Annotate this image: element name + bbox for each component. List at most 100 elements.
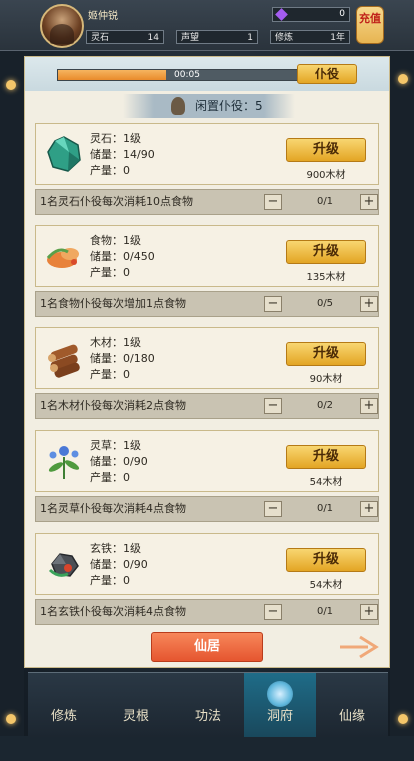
servant-row: 1名灵草仆役每次消耗4点食物 − 0/1 + [35, 496, 379, 522]
cave-panel: 00:05 仆役 闲置仆役：5 灵石：1级 储量：14/90 产量：0 升级 9… [24, 56, 390, 668]
minus-button[interactable]: − [264, 604, 282, 620]
food-icon [46, 248, 79, 268]
spirit-stone-icon [47, 136, 81, 172]
avatar[interactable] [40, 4, 84, 48]
servant-count: 0/1 [316, 503, 334, 514]
resource-level: 食物：1级 [90, 234, 141, 247]
gem-icon [275, 8, 288, 21]
minus-button[interactable]: − [264, 296, 282, 312]
upgrade-cost: 900木材 [306, 170, 346, 181]
plus-button[interactable]: + [360, 398, 378, 414]
servant-row: 1名灵石仆役每次消耗10点食物 − 0/1 + [35, 189, 379, 215]
stat-value: 14 [147, 33, 159, 43]
stat-label: 修炼 [275, 33, 294, 43]
resource-info: 灵石：1级 储量：14/90 产量：0 升级 900木材 [35, 123, 379, 185]
resource-level: 木材：1级 [90, 336, 141, 349]
stat-reputation: 声望 1 [176, 30, 258, 44]
resource-level: 玄铁：1级 [90, 542, 141, 555]
plus-button[interactable]: + [360, 296, 378, 312]
servant-row: 1名玄铁仆役每次消耗4点食物 − 0/1 + [35, 599, 379, 625]
servant-description: 1名木材仆役每次消耗2点食物 [40, 399, 186, 412]
idle-servants-text: 闲置仆役：5 [195, 99, 263, 113]
right-frame [390, 0, 414, 736]
stat-value: 1年 [330, 33, 345, 43]
lantern-icon [6, 714, 16, 724]
nav-cave-label: 洞府 [266, 709, 293, 724]
nav-cave[interactable]: 洞府 [244, 673, 316, 737]
resource-card-wood: 木材：1级 储量：0/180 产量：0 升级 90木材 1名木材仆役每次消耗2点… [35, 327, 379, 423]
player-name: 姬仲锐 [88, 11, 118, 22]
idle-servants-banner: 闲置仆役：5 [123, 94, 295, 118]
gem-count: 0 [339, 9, 345, 19]
resource-storage: 储量：0/450 [90, 250, 155, 263]
servant-description: 1名玄铁仆役每次消耗4点食物 [40, 605, 186, 618]
servant-button[interactable]: 仆役 [297, 64, 357, 84]
resource-info: 灵草：1级 储量：0/90 产量：0 升级 54木材 [35, 430, 379, 492]
lantern-icon [6, 80, 16, 90]
upgrade-button[interactable]: 升级 [286, 445, 366, 469]
servant-count: 0/2 [316, 400, 334, 411]
resource-card-spirit-stone: 灵石：1级 储量：14/90 产量：0 升级 900木材 1名灵石仆役每次消耗1… [35, 123, 379, 219]
servant-count: 0/1 [316, 606, 334, 617]
stat-label: 声望 [181, 33, 200, 43]
upgrade-cost: 90木材 [309, 374, 343, 385]
plus-button[interactable]: + [360, 501, 378, 517]
progress-bar: 00:05 [57, 69, 317, 81]
resource-card-herb: 灵草：1级 储量：0/90 产量：0 升级 54木材 1名灵草仆役每次消耗4点食… [35, 430, 379, 526]
upgrade-button[interactable]: 升级 [286, 342, 366, 366]
resource-storage: 储量：14/90 [90, 148, 155, 161]
resource-output: 产量：0 [90, 164, 130, 177]
servant-row: 1名食物仆役每次增加1点食物 − 0/5 + [35, 291, 379, 317]
lantern-icon [398, 714, 408, 724]
resource-storage: 储量：0/90 [90, 455, 148, 468]
resource-info: 食物：1级 储量：0/450 产量：0 升级 135木材 [35, 225, 379, 287]
servant-count: 0/5 [316, 298, 334, 309]
servant-figure-icon [171, 97, 185, 115]
next-arrow-icon[interactable] [338, 633, 382, 661]
nav-technique[interactable]: 功法 [172, 673, 244, 737]
stat-spirit-stone: 灵石 14 [86, 30, 164, 44]
upgrade-button[interactable]: 升级 [286, 548, 366, 572]
resource-storage: 储量：0/180 [90, 352, 155, 365]
lantern-icon [398, 74, 408, 84]
dwelling-button[interactable]: 仙居 [151, 632, 263, 662]
minus-button[interactable]: − [264, 501, 282, 517]
gem-counter: 0 [272, 7, 350, 22]
wood-icon [48, 344, 80, 378]
recharge-button[interactable]: 充值 [356, 6, 384, 44]
minus-button[interactable]: − [264, 194, 282, 210]
herb-icon [48, 446, 80, 479]
bottom-nav: 修炼 灵根 功法 洞府 仙缘 [28, 672, 388, 737]
stat-label: 灵石 [91, 33, 110, 43]
iron-icon [48, 553, 79, 577]
upgrade-cost: 54木材 [309, 477, 343, 488]
upgrade-cost: 54木材 [309, 580, 343, 591]
resource-storage: 储量：0/90 [90, 558, 148, 571]
upgrade-button[interactable]: 升级 [286, 138, 366, 162]
servant-row: 1名木材仆役每次消耗2点食物 − 0/2 + [35, 393, 379, 419]
minus-button[interactable]: − [264, 398, 282, 414]
servant-description: 1名灵石仆役每次消耗10点食物 [40, 195, 193, 208]
resource-level: 灵草：1级 [90, 439, 141, 452]
resource-info: 木材：1级 储量：0/180 产量：0 升级 90木材 [35, 327, 379, 389]
nav-spirit-root[interactable]: 灵根 [100, 673, 172, 737]
resource-output: 产量：0 [90, 266, 130, 279]
resource-card-food: 食物：1级 储量：0/450 产量：0 升级 135木材 1名食物仆役每次增加1… [35, 225, 379, 321]
resource-info: 玄铁：1级 储量：0/90 产量：0 升级 54木材 [35, 533, 379, 595]
top-bar: 姬仲锐 灵石 14 声望 1 修炼 1年 0 充值 [0, 0, 414, 51]
resource-output: 产量：0 [90, 574, 130, 587]
resource-output: 产量：0 [90, 368, 130, 381]
left-frame [0, 0, 24, 736]
nav-fate[interactable]: 仙缘 [316, 673, 388, 737]
resource-output: 产量：0 [90, 471, 130, 484]
stat-cultivation: 修炼 1年 [270, 30, 350, 44]
stat-value: 1 [247, 33, 253, 43]
nav-cultivate[interactable]: 修炼 [28, 673, 100, 737]
plus-button[interactable]: + [360, 194, 378, 210]
plus-button[interactable]: + [360, 604, 378, 620]
servant-description: 1名食物仆役每次增加1点食物 [40, 297, 186, 310]
panel-header: 00:05 仆役 [25, 57, 389, 91]
resource-level: 灵石：1级 [90, 132, 141, 145]
upgrade-cost: 135木材 [306, 272, 346, 283]
upgrade-button[interactable]: 升级 [286, 240, 366, 264]
